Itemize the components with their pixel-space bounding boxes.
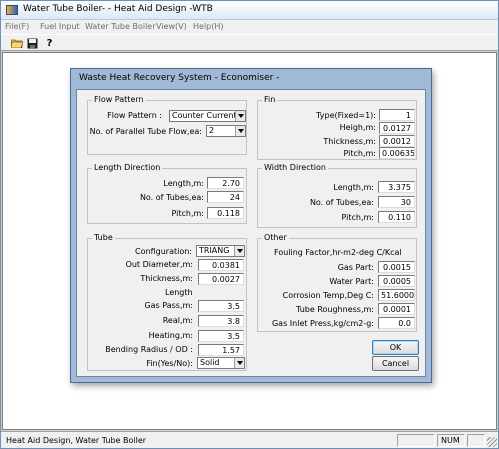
tube-roughness-input[interactable]: 0.0001 <box>378 303 415 315</box>
tube-thickness-input[interactable]: 0.0027 <box>198 273 244 285</box>
status-num: NUM <box>437 434 465 447</box>
save-disk-icon[interactable] <box>25 36 40 50</box>
length-direction-tubes-label: No. of Tubes,ea: <box>139 193 204 202</box>
width-direction-tubes-label: No. of Tubes,ea: <box>309 198 374 207</box>
fin-pitch-input[interactable]: 0.00635 <box>379 147 415 159</box>
width-direction-pitch-label: Pitch,m: <box>341 213 374 222</box>
fouling-factor-label: Fouling Factor,hr-m2-deg C/Kcal <box>274 248 402 257</box>
fin-pitch-label: Pitch,m: <box>343 149 376 158</box>
menu-bar: File(F) Fuel Input Water Tube Boiler Vie… <box>1 20 498 34</box>
length-direction-length-label: Length,m: <box>163 179 204 188</box>
fin-title: Fin <box>262 95 278 104</box>
tube-heating-input[interactable]: 3.5 <box>198 330 244 342</box>
width-direction-pitch-input[interactable]: 0.110 <box>378 211 415 223</box>
fin-height-input[interactable]: 0.0127 <box>379 122 415 134</box>
width-direction-title: Width Direction <box>262 163 328 172</box>
dialog-body: Flow Pattern Flow Pattern : Counter Curr… <box>76 89 426 377</box>
status-text: Heat Aid Design, Water Tube Boiler <box>6 436 147 445</box>
fin-group: Fin Type(Fixed=1): 1 Heigh,m: 0.0127 Thi… <box>257 95 417 160</box>
parallel-tube-flow-select[interactable]: 2 <box>206 125 246 137</box>
tube-real-label: Real,m: <box>162 316 193 325</box>
length-direction-pitch-input[interactable]: 0.118 <box>207 207 244 219</box>
tube-config-label: Configuration: <box>135 247 192 256</box>
fin-thickness-label: Thickness,m: <box>323 137 376 146</box>
toolbar: ? <box>1 34 498 51</box>
other-group: Other Fouling Factor,hr-m2-deg C/Kcal Ga… <box>257 233 417 332</box>
tube-thickness-label: Thickness,m: <box>140 274 193 283</box>
length-direction-length-input[interactable]: 2.70 <box>207 177 244 189</box>
parallel-tube-flow-value: 2 <box>209 126 215 135</box>
window-title: Water Tube Boiler- - Heat Aid Design -WT… <box>23 4 213 14</box>
tube-config-select[interactable]: TRIANG <box>196 245 245 257</box>
tube-gas-pass-input[interactable]: 3.5 <box>198 300 244 312</box>
length-direction-tubes-input[interactable]: 24 <box>207 191 244 203</box>
menu-help[interactable]: Help(H) <box>193 22 224 31</box>
dialog-title: Waste Heat Recovery System - Economiser … <box>79 73 280 83</box>
title-bar: Water Tube Boiler- - Heat Aid Design -WT… <box>1 1 498 20</box>
fin-height-label: Heigh,m: <box>339 123 376 132</box>
tube-fin-label: Fin(Yes/No): <box>146 359 193 368</box>
tube-fin-select[interactable]: Solid <box>197 357 245 369</box>
cancel-button[interactable]: Cancel <box>372 356 419 371</box>
help-question-icon[interactable]: ? <box>42 36 57 50</box>
application-window: Water Tube Boiler- - Heat Aid Design -WT… <box>0 0 499 449</box>
gas-part-label: Gas Part: <box>337 263 374 272</box>
chevron-down-icon[interactable] <box>235 126 245 136</box>
parallel-tube-flow-label: No. of Parallel Tube Flow,ea: <box>89 127 202 136</box>
tube-od-input[interactable]: 0.0381 <box>198 259 244 271</box>
menu-water-tube-boiler[interactable]: Water Tube Boiler <box>85 22 156 31</box>
flow-pattern-select[interactable]: Counter Current <box>169 110 246 122</box>
open-folder-icon[interactable] <box>9 36 24 50</box>
tube-config-value: TRIANG <box>199 246 230 255</box>
tube-bending-input[interactable]: 1.57 <box>198 344 244 356</box>
gas-inlet-press-input[interactable]: 0.0 <box>378 317 415 329</box>
length-direction-pitch-label: Pitch,m: <box>171 209 204 218</box>
chevron-down-icon[interactable] <box>234 358 244 368</box>
status-pane-blank-2 <box>467 434 485 447</box>
width-direction-length-label: Length,m: <box>333 183 374 192</box>
tube-bending-label: Bending Radius / OD : <box>105 345 193 354</box>
tube-gas-pass-label: Gas Pass,m: <box>144 301 193 310</box>
length-direction-group: Length Direction Length,m: 2.70 No. of T… <box>87 163 247 224</box>
ok-button[interactable]: OK <box>372 340 419 355</box>
tube-title: Tube <box>92 233 115 242</box>
width-direction-length-input[interactable]: 3.375 <box>378 181 415 193</box>
water-part-label: Water Part: <box>329 277 374 286</box>
flow-pattern-title: Flow Pattern <box>92 95 146 104</box>
fin-type-label: Type(Fixed=1): <box>316 111 376 120</box>
other-title: Other <box>262 233 289 242</box>
tube-heating-label: Heating,m: <box>148 331 193 340</box>
menu-view[interactable]: View(V) <box>156 22 187 31</box>
status-bar: Heat Aid Design, Water Tube Boiler NUM <box>1 431 498 448</box>
flow-pattern-group: Flow Pattern Flow Pattern : Counter Curr… <box>87 95 247 155</box>
tube-fin-value: Solid <box>200 358 220 367</box>
resize-grip-icon[interactable] <box>487 437 497 447</box>
chevron-down-icon[interactable] <box>234 246 244 256</box>
chevron-down-icon[interactable] <box>235 111 245 121</box>
fin-thickness-input[interactable]: 0.0012 <box>379 135 415 147</box>
economiser-dialog: Waste Heat Recovery System - Economiser … <box>70 68 432 383</box>
menu-fuel-input[interactable]: Fuel Input <box>40 22 80 31</box>
fin-type-input[interactable]: 1 <box>379 109 415 121</box>
flow-pattern-label: Flow Pattern : <box>107 111 162 120</box>
tube-length-heading: Length <box>165 288 193 297</box>
gas-part-input[interactable]: 0.0015 <box>378 261 415 273</box>
tube-real-input[interactable]: 3.8 <box>198 315 244 327</box>
water-part-input[interactable]: 0.0005 <box>378 275 415 287</box>
gas-inlet-press-label: Gas Inlet Press,kg/cm2-g: <box>271 319 374 328</box>
tube-roughness-label: Tube Roughness,m: <box>296 305 374 314</box>
width-direction-group: Width Direction Length,m: 3.375 No. of T… <box>257 163 417 228</box>
status-pane-blank <box>397 434 435 447</box>
app-logo-icon <box>6 5 18 15</box>
corrosion-temp-input[interactable]: 51.6000 <box>378 289 415 301</box>
corrosion-temp-label: Corrosion Temp,Deg C: <box>282 291 374 300</box>
tube-od-label: Out Diameter,m: <box>125 260 193 269</box>
width-direction-tubes-input[interactable]: 30 <box>378 196 415 208</box>
tube-group: Tube Configuration: TRIANG Out Diameter,… <box>87 233 247 371</box>
menu-file[interactable]: File(F) <box>5 22 29 31</box>
length-direction-title: Length Direction <box>92 163 163 172</box>
flow-pattern-value: Counter Current <box>172 111 237 120</box>
